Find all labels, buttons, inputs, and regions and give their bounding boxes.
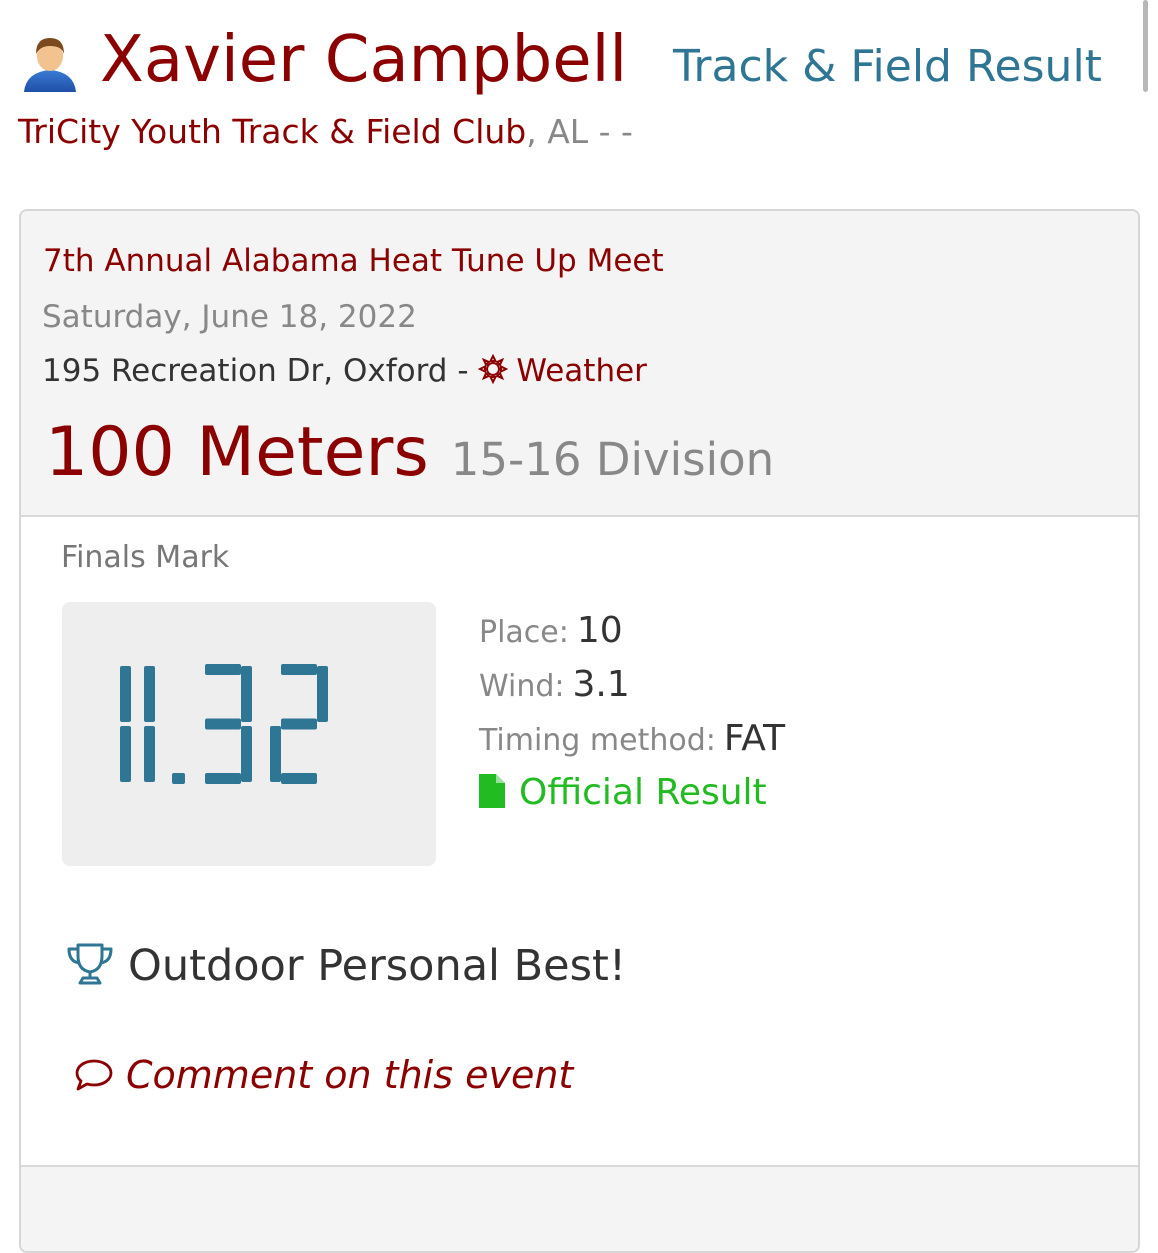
comment-icon — [75, 1059, 113, 1091]
timing-row: Timing method: FAT — [479, 719, 785, 773]
mark-display — [62, 602, 436, 866]
athlete-name: Xavier Campbell — [100, 23, 628, 97]
sun-icon — [478, 353, 509, 385]
personal-best-line: Outdoor Personal Best! — [66, 941, 626, 991]
user-avatar-icon — [24, 38, 76, 92]
team-link[interactable]: TriCity Youth Track & Field Club — [18, 112, 526, 151]
official-result-link[interactable]: Official Result — [479, 772, 767, 813]
meet-name-link[interactable]: 7th Annual Alabama Heat Tune Up Meet — [43, 241, 664, 281]
event-division: 15-16 Division — [450, 433, 775, 486]
place-label: Place: — [479, 615, 569, 650]
digit-segment — [144, 726, 155, 782]
wind-value: 3.1 — [572, 664, 630, 705]
result-details: Place: 10 Wind: 3.1 Timing method: FAT Offi… — [479, 611, 785, 827]
page-subtitle: Track & Field Result — [673, 41, 1102, 92]
digit-segment — [144, 666, 155, 722]
meet-date: Saturday, June 18, 2022 — [42, 299, 417, 335]
digit-segment — [281, 718, 317, 730]
official-row: Official Result — [479, 773, 785, 827]
digit-segment — [241, 726, 252, 782]
document-icon — [479, 774, 505, 808]
place-row: Place: 10 — [479, 611, 785, 665]
team-line: TriCity Youth Track & Field Club, AL - - — [18, 112, 633, 152]
digit-segment — [281, 773, 317, 784]
digit-segment — [205, 664, 241, 675]
timing-label: Timing method: — [479, 723, 716, 758]
meet-address-line: 195 Recreation Dr, Oxford - Weather — [42, 351, 647, 391]
wind-row: Wind: 3.1 — [479, 665, 785, 719]
weather-link[interactable]: Weather — [478, 353, 647, 389]
trophy-icon — [67, 943, 113, 985]
weather-label: Weather — [516, 353, 647, 389]
digit-segment — [281, 664, 317, 675]
timing-value: FAT — [723, 718, 786, 759]
digit-segment — [120, 666, 131, 722]
result-card: 7th Annual Alabama Heat Tune Up Meet Sat… — [19, 209, 1140, 1253]
official-result-label: Official Result — [519, 772, 767, 813]
digit-segment — [270, 726, 281, 782]
comment-label: Comment on this event — [126, 1053, 574, 1097]
place-value: 10 — [576, 610, 623, 651]
decimal-point — [172, 773, 185, 784]
meet-address: 195 Recreation Dr, Oxford - — [42, 353, 469, 389]
digit-segment — [317, 666, 328, 722]
personal-best-label: Outdoor Personal Best! — [128, 941, 627, 991]
team-location: , AL - - — [526, 112, 633, 151]
wind-label: Wind: — [479, 669, 565, 704]
scrollbar[interactable] — [1143, 0, 1148, 92]
digit-segment — [241, 666, 252, 722]
event-name: 100 Meters — [45, 413, 429, 492]
page-header: Xavier Campbell Track & Field Result — [18, 22, 1138, 102]
digit-segment — [120, 726, 131, 782]
result-card-footer — [21, 1165, 1138, 1251]
mark-digits — [120, 664, 328, 784]
event-line: 100 Meters 15-16 Division — [45, 411, 774, 495]
comment-link[interactable]: Comment on this event — [74, 1053, 573, 1097]
finals-mark-label: Finals Mark — [61, 540, 230, 575]
result-card-header: 7th Annual Alabama Heat Tune Up Meet Sat… — [21, 211, 1138, 517]
digit-segment — [205, 718, 241, 730]
digit-segment — [205, 773, 241, 784]
